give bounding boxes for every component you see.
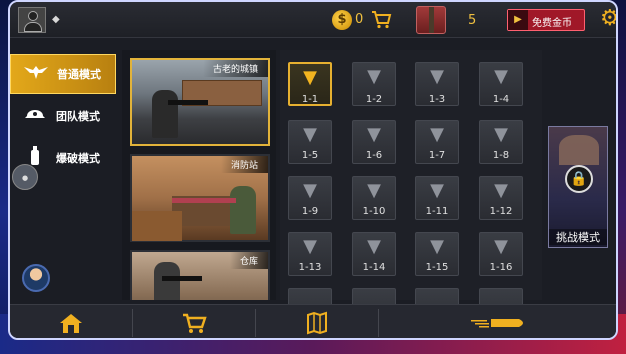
settings-gear-icon[interactable]: ⚙: [600, 7, 616, 31]
level-label: 1-7: [428, 150, 446, 161]
rifle-shape: [168, 100, 208, 105]
eagle-icon: ▼: [367, 124, 381, 145]
eagle-icon: ▼: [367, 66, 381, 87]
map-card-warehouse[interactable]: 仓库: [130, 250, 270, 300]
team-helmet-icon: [18, 104, 52, 129]
eagle-icon: ▼: [494, 124, 508, 145]
free-coins-button[interactable]: ▶ 免费金币: [507, 9, 585, 31]
map-title: 仓库: [229, 252, 268, 269]
rifle-shape: [172, 198, 236, 203]
level-label: 1-16: [489, 262, 513, 273]
bullet-icon: [471, 319, 523, 328]
map-card-old-town[interactable]: 古老的城镇: [130, 58, 270, 146]
home-icon: [60, 314, 82, 333]
play-video-icon: ▶: [508, 10, 528, 30]
eagle-icon: ▼: [430, 66, 444, 87]
rifle-shape: [162, 276, 202, 281]
level-label: 1-4: [492, 94, 510, 105]
eagle-icon: ▼: [430, 180, 444, 201]
lock-icon: 🔒: [565, 165, 593, 193]
level-label: 1-3: [428, 94, 446, 105]
nav-home[interactable]: [10, 305, 132, 338]
level-label: 1-14: [362, 262, 386, 273]
nav-weapons[interactable]: [379, 305, 616, 338]
level-label: 1-12: [489, 206, 513, 217]
eagle-icon: ▼: [367, 236, 381, 257]
eagle-icon: ▼: [303, 67, 317, 88]
map-title: 消防站: [220, 156, 268, 173]
avatar-body: [24, 22, 42, 32]
eagle-icon: [19, 64, 53, 85]
monster-art: [559, 135, 599, 165]
eagle-icon: ▼: [430, 236, 444, 257]
map-list: 古老的城镇 消防站 仓库: [122, 50, 276, 300]
challenge-mode-card[interactable]: 🔒 挑战模式: [548, 126, 608, 248]
level-label: 1-10: [362, 206, 386, 217]
soldier-figure: [154, 262, 180, 300]
mode-team[interactable]: 团队模式: [10, 96, 116, 136]
top-bar: ◆ $ 0 5 ▶ 免费金币 ⚙: [10, 2, 616, 38]
level-label: 1-5: [301, 150, 319, 161]
level-grid: ▼ 1-1 ▼ 1-2 ▼ 1-3 ▼ 1-4 ▼ 1-5 ▼ 1-6 ▼ 1-…: [280, 50, 542, 332]
level-label: 1-8: [492, 150, 510, 161]
eagle-icon: ▼: [303, 124, 317, 145]
level-label: 1-11: [425, 206, 449, 217]
eagle-icon: ▼: [494, 236, 508, 257]
eagle-icon: ▼: [303, 180, 317, 201]
mode-normal[interactable]: 普通模式: [10, 54, 116, 94]
eagle-icon: ▼: [367, 180, 381, 201]
rank-chevron-icon: ◆: [52, 14, 60, 25]
crate-count: 5: [468, 13, 477, 28]
map-icon: [307, 311, 327, 335]
bottom-nav: [10, 304, 616, 338]
shop-cart-icon[interactable]: [370, 8, 392, 30]
level-label: 1-9: [301, 206, 319, 217]
eagle-icon: ▼: [494, 180, 508, 201]
coin-count: 0: [355, 12, 364, 27]
mode-label: 团队模式: [56, 110, 100, 123]
cart-icon: [183, 313, 207, 333]
level-label: 1-6: [365, 150, 383, 161]
level-label: 1-13: [298, 262, 322, 273]
support-avatar[interactable]: [22, 264, 50, 292]
level-label: 1-15: [425, 262, 449, 273]
mode-label: 普通模式: [57, 68, 101, 81]
nav-shop[interactable]: [133, 305, 255, 338]
eagle-icon: ▼: [430, 124, 444, 145]
map-card-fire-station[interactable]: 消防站: [130, 154, 270, 242]
free-coins-label: 免费金币: [532, 18, 572, 29]
map-title: 古老的城镇: [202, 60, 268, 77]
soldier-figure: [230, 186, 256, 234]
avatar-head: [28, 11, 38, 21]
coin-icon: $: [332, 10, 352, 30]
player-avatar[interactable]: [18, 7, 46, 33]
eagle-icon: ▼: [494, 66, 508, 87]
mode-label: 爆破模式: [56, 152, 100, 165]
supply-crate-icon[interactable]: [416, 6, 446, 34]
mode-menu: 普通模式 团队模式 爆破模式: [10, 54, 116, 180]
soldier-figure: [152, 90, 178, 138]
game-window: ◆ $ 0 5 ▶ 免费金币 ⚙ 普通模式 团队模式 爆破模式 ● 古老的城镇 …: [8, 0, 618, 340]
eagle-icon: ▼: [303, 236, 317, 257]
nav-map[interactable]: [256, 305, 378, 338]
challenge-mode-label: 挑战模式: [549, 229, 607, 245]
level-label: 1-1: [301, 94, 319, 105]
level-label: 1-2: [365, 94, 383, 105]
floating-assistant-button[interactable]: ●: [12, 164, 38, 190]
